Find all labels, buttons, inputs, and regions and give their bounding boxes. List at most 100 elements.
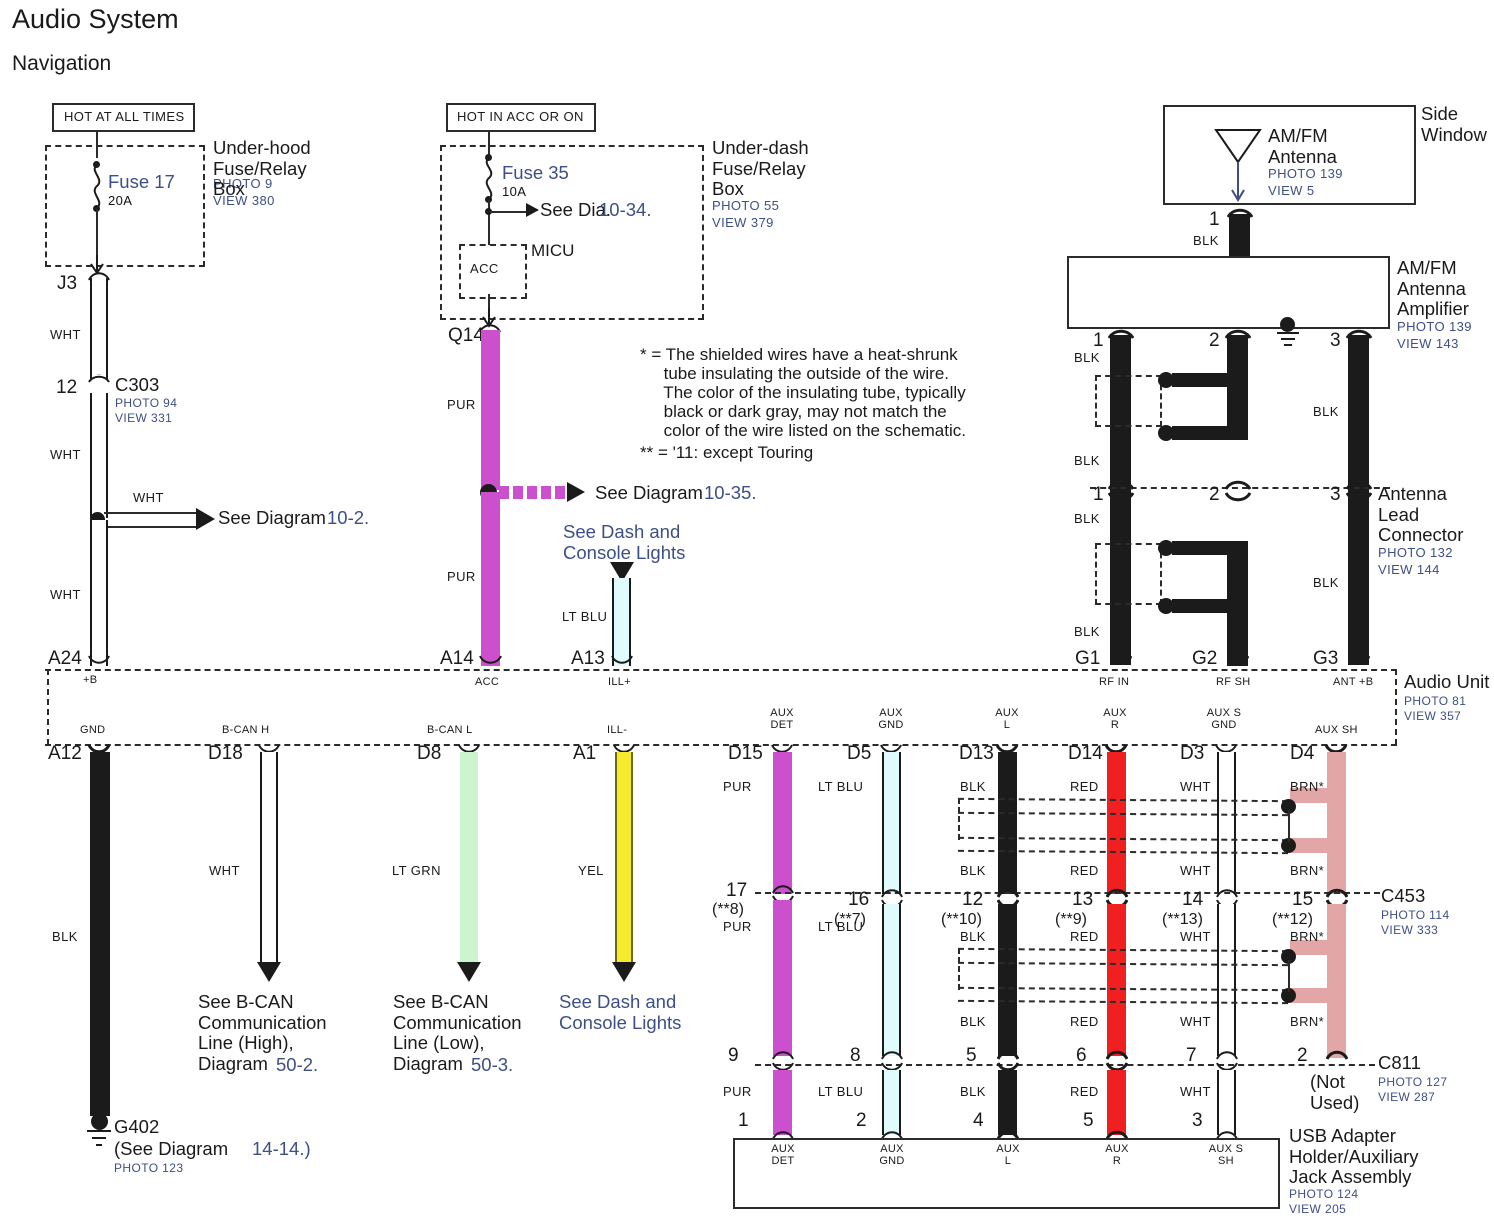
pin-j3-label: J3 (57, 273, 78, 294)
audio-bot-pin-4: D15 (728, 743, 763, 764)
wire-color-wht-3: WHT (50, 587, 81, 602)
alc-pin-3: 3 (1330, 484, 1341, 505)
wiring-diagram-canvas: Audio System Navigation HOT AT ALL TIMES… (0, 0, 1494, 1223)
wire-color-antenna: BLK (1193, 233, 1219, 248)
audio-top-pin-3: G1 (1075, 648, 1101, 669)
under-dash-photo: PHOTO 55 (712, 198, 780, 213)
c303-photo: PHOTO 94 (115, 396, 178, 410)
audio-bot-pin-5: D5 (847, 743, 872, 764)
bcan-low-num: 50-3. (471, 1054, 514, 1075)
audio-bot-pin-9: D4 (1290, 743, 1315, 764)
wire-ltblu-aux-c (882, 1070, 901, 1135)
wire-wht-aux-a (1217, 752, 1236, 894)
antenna-amp-name: AM/FM Antenna Amplifier (1397, 257, 1469, 320)
wire-blk-aux-c (998, 1070, 1017, 1135)
antenna-amp-photo: PHOTO 139 (1397, 319, 1472, 334)
c453-alt-3: (**9) (1055, 911, 1088, 928)
wire-red-aux-b (1107, 904, 1126, 1056)
dash-console-top-label: See Dash and Console Lights (563, 521, 686, 563)
audio-bot-sig-8: AUX S GND (1206, 707, 1242, 732)
usb-pin-2: 4 (973, 1110, 984, 1131)
audio-top-sig-0: +B (83, 674, 98, 686)
under-hood-box-name: Under-hood Fuse/Relay Box (213, 137, 311, 200)
bcan-high-arrow (257, 962, 281, 982)
wire-pur-aux-c (773, 1070, 792, 1135)
usb-sig-1: AUX GND (879, 1143, 905, 1168)
acc-label: ACC (470, 261, 499, 276)
c453-pin-1: 16 (848, 889, 870, 910)
c303-pin: 12 (56, 377, 78, 398)
side-window-label: Side Window (1421, 103, 1487, 145)
fuse17-label: Fuse 17 (108, 171, 175, 192)
c453-alt-2: (**10) (941, 911, 982, 928)
c811-pin-4: 7 (1186, 1045, 1197, 1066)
usb-adapter-view: VIEW 205 (1289, 1202, 1347, 1216)
fuse35-label: Fuse 35 (502, 162, 569, 183)
audio-top-sig-2: ILL+ (608, 676, 631, 688)
amp-color-blk-mid: BLK (1074, 453, 1100, 468)
under-dash-box-name: Under-dash Fuse/Relay Box (712, 137, 809, 200)
wire-wht-aux-c (1217, 1070, 1236, 1135)
g402-photo: PHOTO 123 (114, 1161, 184, 1175)
wire-ltblu-aux-b (882, 904, 901, 1056)
audio-bot-sig-1: B-CAN H (222, 724, 270, 736)
see-dia-1034-num: 10-34. (599, 199, 652, 220)
usb-pin-4: 3 (1192, 1110, 1203, 1131)
g402-name: G402 (114, 1116, 160, 1137)
lower-color-ltgrn: LT GRN (392, 863, 441, 878)
audio-top-pin-5: G3 (1313, 648, 1339, 669)
hot-in-acc-label: HOT IN ACC OR ON (457, 109, 584, 124)
c811-below-1: LT BLU (818, 1084, 864, 1099)
audio-top-sig-5: ANT +B (1333, 676, 1374, 688)
audio-bot-sig-5: AUX GND (878, 707, 904, 732)
c811-pin-5: 2 (1297, 1045, 1308, 1066)
fuse17-rating: 20A (108, 193, 133, 208)
wire-red-aux-a (1107, 752, 1126, 894)
c811-not-used: (Not Used) (1310, 1071, 1360, 1113)
c811-color-above-3: RED (1070, 1014, 1099, 1029)
antenna-out-pin: 1 (1209, 209, 1220, 230)
c811-pin-2: 5 (966, 1045, 977, 1066)
wire-brn-aux-b1-b (1327, 954, 1346, 988)
c453-photo: PHOTO 114 (1381, 908, 1450, 922)
c453-color-above-1: LT BLU (818, 779, 864, 794)
lower-color-yel: YEL (578, 863, 604, 878)
audio-unit-photo: PHOTO 81 (1404, 694, 1467, 708)
c453b-color-1: LT BLU (818, 919, 864, 934)
c453-pin-2: 12 (962, 889, 984, 910)
bcan-low-arrow (457, 962, 481, 982)
wire-brn-aux-a2-h (1290, 838, 1346, 853)
wire-pur-splice-a14 (481, 492, 500, 666)
wire-wht-splice-a24 (90, 520, 108, 666)
antenna-view: VIEW 5 (1268, 183, 1315, 198)
wire-blk-aux-a (998, 752, 1017, 894)
c453-alt-0: (**8) (712, 901, 745, 918)
see-diagram-10-2-prefix: See Diagram (218, 507, 332, 528)
c811-name: C811 (1378, 1052, 1421, 1073)
audio-bot-sig-9: AUX SH (1315, 724, 1358, 736)
c811-color-above-2: BLK (960, 1014, 986, 1029)
c811-color-above-4: WHT (1180, 1014, 1211, 1029)
audio-bot-sig-2: B-CAN L (427, 724, 473, 736)
wire-pur-q14-splice (481, 330, 500, 490)
c303-name: C303 (115, 374, 160, 395)
wire-color-pur-1: PUR (447, 397, 476, 412)
wire-blk-antenna-amp (1229, 214, 1250, 258)
audio-unit-view: VIEW 357 (1404, 709, 1462, 723)
micu-label: MICU (531, 241, 575, 260)
wire-ltgrn-bcanl (460, 752, 478, 965)
audio-bot-sig-3: ILL- (607, 724, 628, 736)
fuse35-symbol (485, 157, 493, 200)
amp-pin-2: 2 (1209, 330, 1220, 351)
audio-top-pin-2: A13 (571, 648, 605, 669)
audio-top-sig-1: ACC (475, 676, 500, 688)
c453-pin-3: 13 (1072, 889, 1094, 910)
amp-color-1: BLK (1074, 350, 1100, 365)
audio-top-sig-4: RF SH (1216, 676, 1251, 688)
c453b-color-5: BRN* (1290, 929, 1325, 944)
wire-wht-aux-b (1217, 904, 1236, 1056)
see-diagram-10-35-num: 10-35. (704, 482, 757, 503)
amp-pin-1: 1 (1093, 330, 1104, 351)
wire-yel-ill (615, 752, 633, 965)
usb-adapter-name: USB Adapter Holder/Auxiliary Jack Assemb… (1289, 1125, 1419, 1188)
